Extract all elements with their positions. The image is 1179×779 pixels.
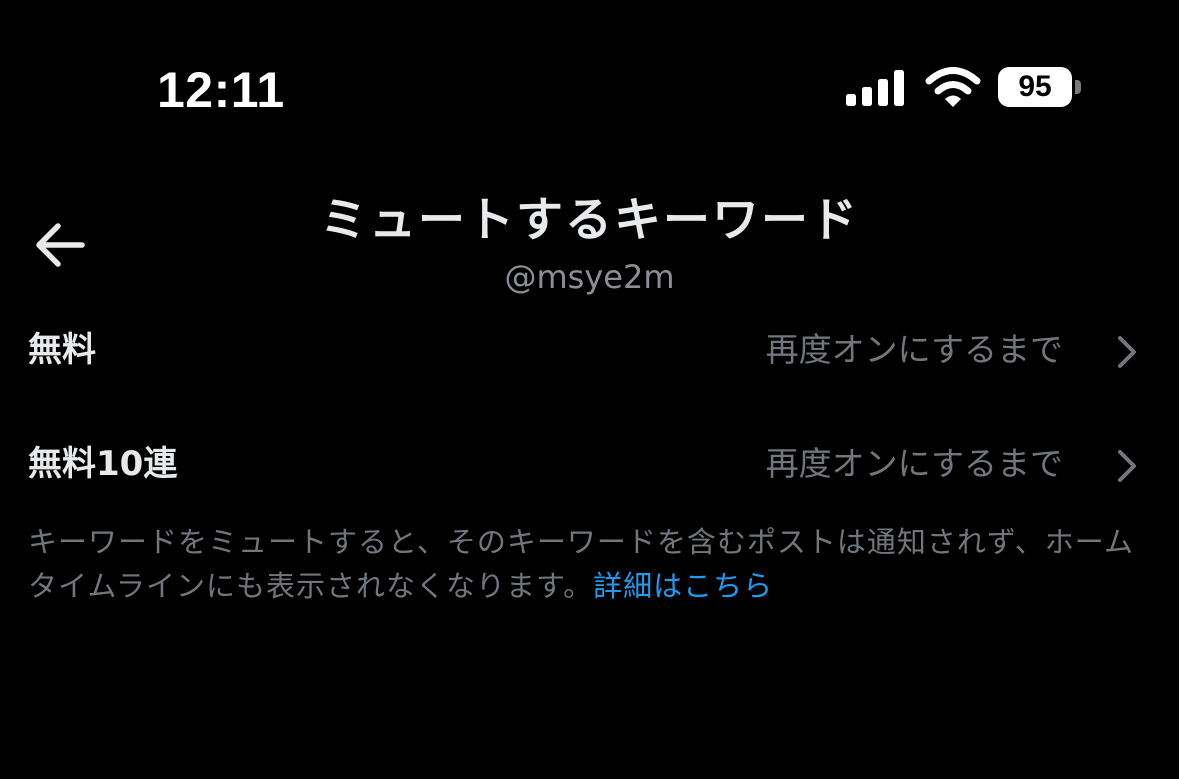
page-title: ミュートするキーワード — [320, 193, 859, 248]
battery-icon: 95 — [998, 67, 1082, 109]
mute-description: キーワードをミュートすると、そのキーワードを含むポストは通知されず、ホームタイム… — [28, 520, 1158, 608]
status-time: 12:11 — [157, 62, 285, 118]
account-handle: @msye2m — [504, 258, 675, 296]
keyword-label: 無料 — [28, 330, 96, 370]
muted-keyword-row[interactable]: 無料 再度オンにするまで — [0, 302, 1179, 398]
keyword-duration: 再度オンにするまで — [765, 330, 1063, 369]
chevron-right-icon — [1118, 450, 1136, 482]
battery-level: 95 — [1018, 70, 1052, 103]
battery-tip — [1075, 80, 1081, 94]
keyword-duration: 再度オンにするまで — [765, 444, 1063, 483]
chevron-right-icon — [1118, 336, 1136, 368]
learn-more-link[interactable]: 詳細はこちら — [593, 569, 773, 603]
wifi-icon — [925, 67, 981, 107]
signal-icon — [846, 70, 904, 106]
status-bar: 12:11 95 — [0, 0, 1179, 150]
keyword-label: 無料10連 — [28, 444, 178, 484]
muted-keyword-row[interactable]: 無料10連 再度オンにするまで — [0, 416, 1179, 512]
description-text: キーワードをミュートすると、そのキーワードを含むポストは通知されず、ホームタイム… — [28, 525, 1134, 603]
